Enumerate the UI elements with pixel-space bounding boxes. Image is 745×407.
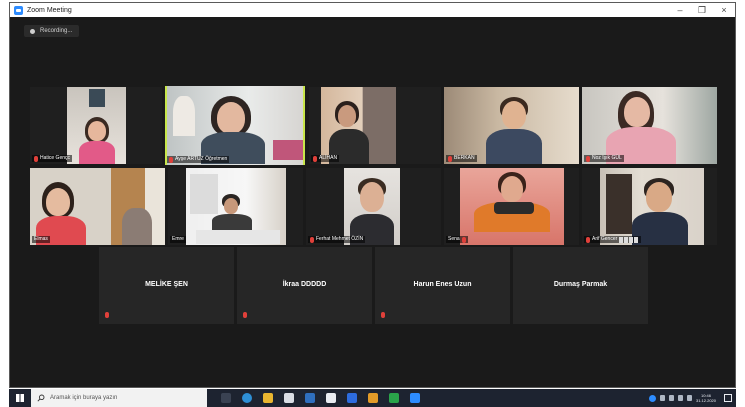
- zoom-icon: [14, 5, 23, 15]
- search-icon: [37, 394, 45, 402]
- battery-icon[interactable]: [686, 395, 692, 401]
- mic-muted-icon: [313, 155, 317, 162]
- video-tile[interactable]: Ferhat Mehmet ÖZİN: [306, 168, 441, 245]
- video-tile-active-speaker[interactable]: Ayşe ARTUZ Öğretmen: [165, 86, 305, 165]
- mic-muted-icon: [310, 236, 314, 243]
- name-only-tile[interactable]: Durmaş Parmak: [513, 247, 648, 324]
- participant-name: Emre: [172, 236, 184, 242]
- mic-muted-icon: [34, 155, 38, 162]
- title-bar: Zoom Meeting – ❐ ×: [10, 3, 735, 17]
- video-tile[interactable]: BERKAN: [444, 87, 579, 164]
- participant-name: Hatice Gençc: [40, 155, 71, 161]
- taskbar-search-box[interactable]: Aramak için buraya yazın: [31, 389, 207, 407]
- recording-indicator[interactable]: Recording...: [24, 25, 80, 37]
- zoom-meeting-window: Zoom Meeting – ❐ × Recording... Hatice G…: [9, 2, 736, 388]
- start-button[interactable]: [9, 389, 31, 407]
- window-title: Zoom Meeting: [27, 6, 72, 14]
- windows-start-icon: [16, 394, 24, 402]
- winamp-icon[interactable]: [368, 393, 378, 403]
- participant-name: Arif Gencer: [592, 236, 618, 242]
- minimize-button[interactable]: –: [669, 3, 691, 17]
- mic-muted-icon: [169, 156, 173, 163]
- dropbox-icon[interactable]: [347, 393, 357, 403]
- participant-name: Durmaş Parmak: [553, 281, 608, 288]
- video-tile[interactable]: Arif Gencer: [582, 168, 717, 245]
- participant-name: Harun Enes Uzun: [413, 281, 472, 288]
- video-tile[interactable]: ALİHAN: [309, 87, 441, 164]
- mail-icon[interactable]: [305, 393, 315, 403]
- edge-icon[interactable]: [242, 393, 252, 403]
- video-tile[interactable]: Noz Işık GÜL: [582, 87, 717, 164]
- participant-name: Ferhat Mehmet ÖZİN: [316, 236, 364, 242]
- network-icon[interactable]: [668, 395, 674, 401]
- participant-name: BERKAN: [454, 155, 475, 161]
- volume-icon[interactable]: [677, 395, 683, 401]
- participant-name: MELİKE ŞEN: [145, 281, 188, 288]
- status-icons: [619, 236, 640, 243]
- participant-name: Ayşe ARTUZ Öğretmen: [175, 156, 228, 162]
- record-icon: [30, 28, 35, 34]
- participant-name: ALİHAN: [319, 155, 338, 161]
- participant-name: İkraa DDDDD: [282, 281, 327, 288]
- file-explorer-icon[interactable]: [263, 393, 273, 403]
- mic-muted-icon: [243, 312, 247, 318]
- close-button[interactable]: ×: [713, 3, 735, 17]
- participant-name: Elmas: [34, 236, 48, 242]
- task-view-icon[interactable]: [221, 393, 231, 403]
- mic-muted-icon: [448, 155, 452, 162]
- spotify-icon[interactable]: [389, 393, 399, 403]
- windows-taskbar: Aramak için buraya yazın 10:46 31.12.202…: [9, 389, 736, 407]
- notification-icon[interactable]: [724, 394, 732, 402]
- participant-name: Sena: [448, 236, 460, 242]
- search-placeholder: Aramak için buraya yazın: [50, 395, 118, 401]
- mic-muted-icon: [586, 236, 590, 243]
- recording-label: Recording...: [40, 28, 73, 34]
- video-tile[interactable]: Sena: [444, 168, 579, 245]
- mic-muted-icon: [461, 236, 466, 243]
- zoom-taskbar-icon[interactable]: [410, 393, 420, 403]
- taskbar-clock[interactable]: 10:46 31.12.2020: [696, 393, 716, 403]
- chevron-up-icon[interactable]: [659, 395, 665, 401]
- mic-muted-icon: [105, 312, 109, 318]
- maximize-button[interactable]: ❐: [691, 3, 713, 17]
- video-tile[interactable]: Emre: [168, 168, 303, 245]
- name-only-tile[interactable]: Harun Enes Uzun: [375, 247, 510, 324]
- store-icon[interactable]: [284, 393, 294, 403]
- amazon-icon[interactable]: [326, 393, 336, 403]
- mic-muted-icon: [586, 155, 590, 162]
- participant-name: Noz Işık GÜL: [592, 155, 622, 161]
- tray-icon[interactable]: [648, 394, 656, 402]
- video-tile[interactable]: Elmas: [30, 168, 165, 245]
- video-tile[interactable]: Hatice Gençc: [30, 87, 162, 164]
- name-only-tile[interactable]: İkraa DDDDD: [237, 247, 372, 324]
- name-only-tile[interactable]: MELİKE ŞEN: [99, 247, 234, 324]
- clock-date: 31.12.2020: [695, 398, 716, 403]
- mic-muted-icon: [381, 312, 385, 318]
